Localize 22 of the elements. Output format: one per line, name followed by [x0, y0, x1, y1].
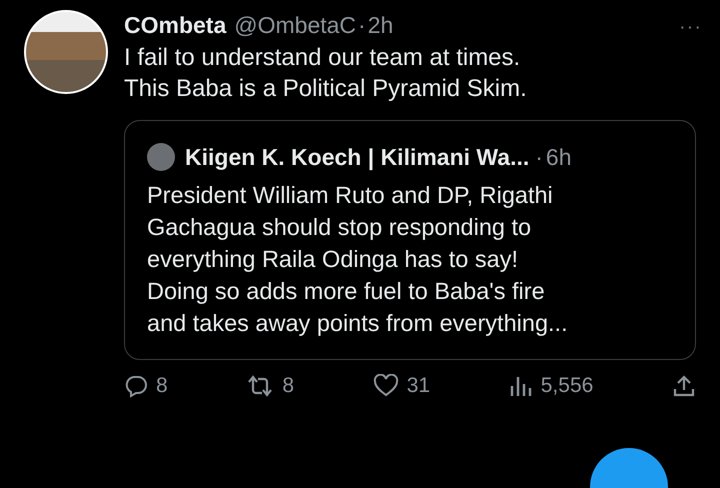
views-button[interactable]: 5,556	[508, 374, 594, 398]
heart-icon	[372, 374, 399, 398]
user-handle[interactable]: @OmbetaC	[234, 12, 356, 39]
bar-chart-icon	[508, 374, 533, 398]
tweet-text: I fail to understand our team at times. This Baba is a Political Pyramid Skim.	[124, 43, 528, 104]
reply-button[interactable]: 8	[124, 374, 168, 398]
quoted-tweet-card[interactable]	[124, 120, 696, 360]
retweet-button[interactable]: 8	[246, 374, 294, 398]
quoted-author-name: Kiigen K. Koech | Kilimani Wa...	[185, 144, 530, 170]
share-button[interactable]	[672, 374, 696, 398]
separator-dot: ·	[535, 144, 543, 170]
display-name[interactable]: COmbeta	[124, 12, 226, 39]
quoted-tweet-text: President William Ruto and DP, Rigathi Gachagua should stop responding to everything Raila Odinga has to say! Doing so adds more fuel to Baba's fire and takes away points from everything...	[147, 181, 569, 338]
quoted-tweet-time: 6h	[546, 144, 572, 170]
author-avatar-placeholder	[147, 143, 175, 171]
tweet-time[interactable]: 2h	[368, 12, 394, 39]
share-icon	[672, 374, 696, 398]
separator-dot: ·	[358, 12, 366, 39]
retweet-icon	[246, 374, 274, 398]
like-button[interactable]: 31	[372, 374, 430, 398]
speech-bubble-icon	[124, 374, 148, 398]
more-options-button[interactable]: ···	[679, 16, 702, 39]
